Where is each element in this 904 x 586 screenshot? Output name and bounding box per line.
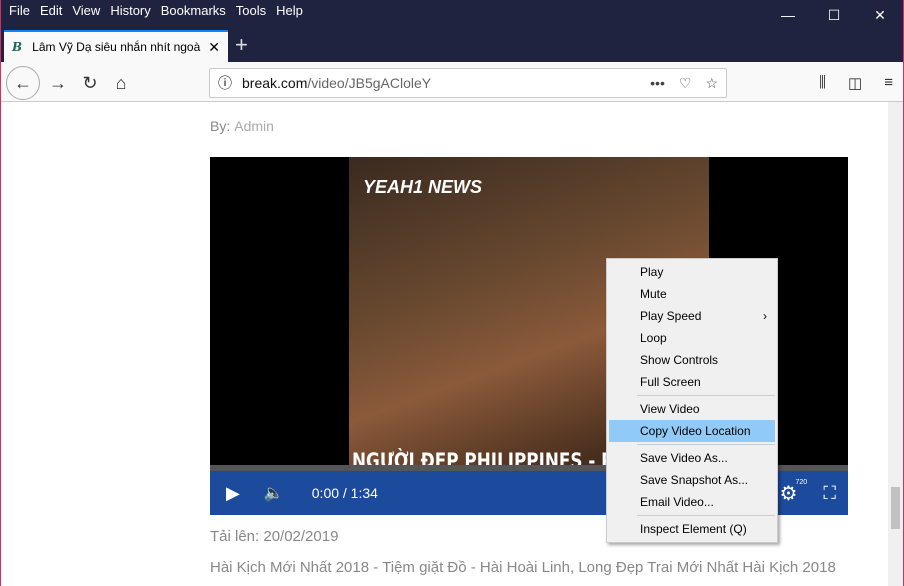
- settings-gear-icon[interactable]: ⚙ 720: [779, 479, 807, 506]
- close-tab-icon[interactable]: ✕: [208, 39, 220, 56]
- menu-item-view-video[interactable]: View Video: [607, 398, 777, 420]
- context-menu: Play Mute Play Speed › Loop Show Controls…: [606, 258, 778, 543]
- byline: By: Admin: [210, 118, 274, 134]
- navigation-toolbar: ← → ↻ ⌂ ⓘ break.com/video/JB5gACloleY ••…: [1, 62, 903, 102]
- menu-item-play[interactable]: Play: [607, 261, 777, 283]
- menu-help[interactable]: Help: [276, 3, 303, 18]
- back-icon[interactable]: ←: [6, 66, 40, 100]
- page-actions-icon[interactable]: •••: [650, 75, 665, 92]
- hamburger-menu-icon[interactable]: ≡: [884, 74, 893, 92]
- menu-item-mute[interactable]: Mute: [607, 283, 777, 305]
- home-icon[interactable]: ⌂: [106, 68, 136, 98]
- menu-item-inspect-element[interactable]: Inspect Element (Q): [607, 518, 777, 540]
- url-path: /video/JB5gACloleY: [307, 75, 432, 91]
- menu-item-show-controls[interactable]: Show Controls: [607, 349, 777, 371]
- library-icon[interactable]: ⫼: [819, 74, 826, 92]
- info-icon[interactable]: ⓘ: [218, 73, 232, 93]
- menu-file[interactable]: File: [9, 3, 30, 18]
- sidebar-icon[interactable]: ◫: [848, 74, 862, 92]
- menu-item-loop[interactable]: Loop: [607, 327, 777, 349]
- menu-edit[interactable]: Edit: [40, 3, 62, 18]
- menu-separator: [637, 444, 775, 445]
- bookmark-star-icon[interactable]: ☆: [705, 75, 718, 92]
- tab-title: Lâm Vỹ Dạ siêu nhắn nhít ngoà: [32, 40, 201, 54]
- author-link[interactable]: Admin: [234, 118, 274, 134]
- menu-item-email-video[interactable]: Email Video...: [607, 491, 777, 513]
- play-icon[interactable]: ▶: [226, 483, 240, 504]
- pocket-icon[interactable]: ♡: [679, 75, 692, 92]
- fullscreen-icon[interactable]: ⛶: [823, 483, 836, 504]
- menu-history[interactable]: History: [110, 3, 150, 18]
- menu-item-copy-video-location[interactable]: Copy Video Location: [609, 420, 775, 442]
- time-display: 0:00 / 1:34: [311, 485, 378, 501]
- upload-date: Tải lên: 20/02/2019: [210, 528, 339, 545]
- menu-separator: [637, 395, 775, 396]
- url-bar[interactable]: ⓘ break.com/video/JB5gACloleY ••• ♡ ☆: [209, 68, 727, 98]
- menu-bookmarks[interactable]: Bookmarks: [161, 3, 226, 18]
- minimize-icon[interactable]: —: [765, 0, 811, 30]
- by-label: By:: [210, 118, 231, 134]
- menu-item-save-video[interactable]: Save Video As...: [607, 447, 777, 469]
- menu-item-save-snapshot[interactable]: Save Snapshot As...: [607, 469, 777, 491]
- reload-icon[interactable]: ↻: [75, 68, 105, 98]
- browser-tab[interactable]: B Lâm Vỹ Dạ siêu nhắn nhít ngoà ✕: [4, 30, 228, 62]
- scrollbar[interactable]: [888, 102, 903, 586]
- video-description: Hài Kịch Mới Nhất 2018 - Tiệm giặt Đồ - …: [210, 559, 836, 576]
- menu-tools[interactable]: Tools: [236, 3, 266, 18]
- chevron-right-icon: ›: [763, 309, 767, 323]
- maximize-icon[interactable]: ☐: [811, 0, 857, 30]
- menu-item-play-speed[interactable]: Play Speed ›: [607, 305, 777, 327]
- quality-label: 720: [795, 478, 808, 486]
- title-bar: File Edit View History Bookmarks Tools H…: [1, 0, 903, 62]
- menu-bar: File Edit View History Bookmarks Tools H…: [9, 3, 303, 18]
- scrollbar-thumb[interactable]: [891, 487, 900, 529]
- url-domain: break.com: [242, 75, 308, 91]
- new-tab-icon[interactable]: +: [235, 32, 248, 58]
- channel-logo: YEAH1 NEWS: [363, 177, 483, 197]
- menu-item-full-screen[interactable]: Full Screen: [607, 371, 777, 393]
- forward-icon[interactable]: →: [43, 68, 73, 98]
- menu-view[interactable]: View: [72, 3, 100, 18]
- play-speed-label: Play Speed: [640, 309, 702, 323]
- volume-icon[interactable]: 🔈: [264, 483, 284, 503]
- favicon-icon: B: [12, 40, 23, 54]
- close-window-icon[interactable]: ✕: [857, 0, 903, 30]
- menu-separator: [637, 515, 775, 516]
